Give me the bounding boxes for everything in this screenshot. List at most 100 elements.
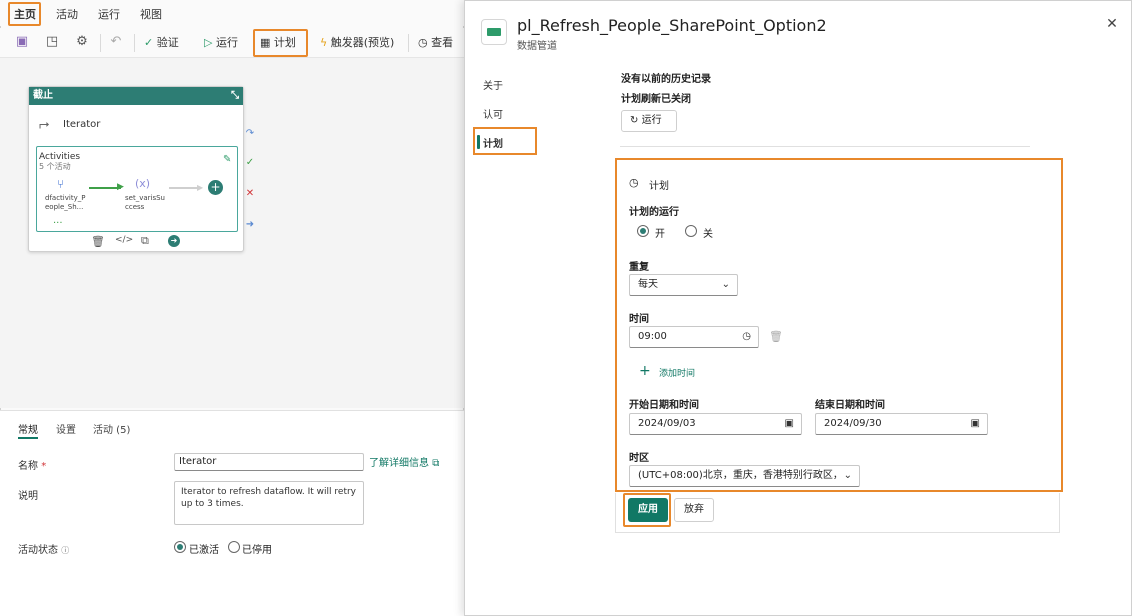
scheduled-run-label: 计划的运行 xyxy=(629,207,679,218)
plus-icon: + xyxy=(639,363,651,379)
name-label: 名称 * xyxy=(18,461,47,472)
info-icon: ⓘ xyxy=(61,546,70,555)
chevron-down-icon: ⌄ xyxy=(843,470,852,481)
add-time-link[interactable]: 添加时间 xyxy=(659,366,695,379)
home-highlight xyxy=(8,2,41,26)
nav-endorsement[interactable]: 认可 xyxy=(483,106,503,121)
external-link-icon: ⧉ xyxy=(432,458,440,469)
time-label: 时间 xyxy=(629,314,649,325)
menu-activity[interactable]: 活动 xyxy=(56,6,78,22)
activities-count: 5 个活动 xyxy=(39,162,71,171)
name-input[interactable]: Iterator xyxy=(174,453,364,471)
menu-run[interactable]: 运行 xyxy=(98,6,120,22)
nav-about[interactable]: 关于 xyxy=(483,77,503,92)
activities-container[interactable]: Activities 5 个活动 ✎ ⑂ dfactivity_P eople_… xyxy=(36,146,238,232)
apply-highlight xyxy=(623,493,671,527)
pending-connector xyxy=(169,187,199,189)
more-dots: ... xyxy=(53,215,63,226)
time-input[interactable]: 09:00 ◷ xyxy=(629,326,759,348)
failure-port-icon[interactable]: ✕ xyxy=(245,189,255,199)
refresh-icon: ↻ xyxy=(630,115,639,126)
end-label: 结束日期和时间 xyxy=(815,400,885,411)
calendar-icon[interactable]: ▣ xyxy=(785,414,794,434)
edit-icon[interactable]: ✎ xyxy=(223,154,231,165)
schedule-on-radio[interactable] xyxy=(637,225,649,237)
calendar-icon[interactable]: ▣ xyxy=(971,414,980,434)
menu-bar: 主页 活动 运行 视图 xyxy=(0,0,464,26)
trigger-button[interactable]: ϟ 触发器(预览) xyxy=(320,32,394,54)
schedule-section: ◷ 计划 计划的运行 开 关 重复 每天 ⌄ 时间 09:00 ◷ 🗑 + 添加时间… xyxy=(615,158,1063,492)
active-tab-indicator xyxy=(18,437,38,439)
run-now-button[interactable]: ↻ 运行 xyxy=(621,110,677,132)
end-date-input[interactable]: 2024/09/30 ▣ xyxy=(815,413,988,435)
repeat-label: 重复 xyxy=(629,262,649,273)
description-textarea[interactable]: Iterator to refresh dataflow. It will re… xyxy=(174,481,364,525)
clock-icon: ◷ xyxy=(629,176,639,189)
clock-icon[interactable]: ◷ xyxy=(742,327,751,347)
dataflow-icon: ⑂ xyxy=(57,177,65,191)
delete-icon[interactable]: 🗑 xyxy=(91,235,105,248)
chevron-down-icon: ⌄ xyxy=(721,279,730,290)
settings-panel: pl_Refresh_People_SharePoint_Option2 数据管… xyxy=(464,0,1132,616)
discard-button[interactable]: 放弃 xyxy=(674,498,714,522)
timezone-select[interactable]: (UTC+08:00)北京，重庆，香港特别行政区， ⌄ xyxy=(629,465,860,487)
node1-label-1: dfactivity_P xyxy=(45,194,86,202)
complete-port-icon[interactable]: ➜ xyxy=(245,220,255,230)
panel-title: pl_Refresh_People_SharePoint_Option2 xyxy=(517,16,827,35)
save-as-icon[interactable]: ◳ xyxy=(44,34,60,50)
learn-more-link[interactable]: 了解详细信息 ⧉ xyxy=(369,454,439,469)
pipeline-icon xyxy=(481,19,507,45)
close-icon[interactable]: ✕ xyxy=(1105,17,1119,31)
nav-active-indicator xyxy=(477,135,480,149)
divider xyxy=(620,146,1030,147)
nav-schedule[interactable]: 计划 xyxy=(483,135,503,150)
status-inactive-radio[interactable] xyxy=(228,541,240,553)
properties-pane: 常规 设置 活动 (5) 名称 * Iterator 了解详细信息 ⧉ 说明 I… xyxy=(0,410,464,616)
check-icon: ✓ xyxy=(144,36,154,49)
variable-icon: (x) xyxy=(135,177,151,190)
code-icon[interactable]: </> xyxy=(115,235,133,245)
start-date-input[interactable]: 2024/09/03 ▣ xyxy=(629,413,802,435)
repeat-select[interactable]: 每天 ⌄ xyxy=(629,274,738,296)
schedule-off-radio[interactable] xyxy=(685,225,697,237)
go-icon[interactable]: ➜ xyxy=(168,235,180,247)
undo-icon[interactable]: ↶ xyxy=(108,34,124,50)
run-button[interactable]: ▷ 运行 xyxy=(204,32,238,54)
arrow-right-icon: ▶ xyxy=(197,183,204,192)
view-runs-button[interactable]: ◷ 查看 xyxy=(418,32,453,54)
tab-activities[interactable]: 活动 (5) xyxy=(93,421,130,436)
status-active-label: 已激活 xyxy=(189,545,219,556)
success-port-icon[interactable]: ✓ xyxy=(245,158,255,168)
copy-icon[interactable]: ⧉ xyxy=(141,234,149,248)
tab-general[interactable]: 常规 xyxy=(18,421,38,436)
no-history-text: 没有以前的历史记录 xyxy=(621,74,711,85)
start-label: 开始日期和时间 xyxy=(629,400,699,411)
collapse-icon[interactable]: ⤡ xyxy=(231,87,239,105)
tab-settings[interactable]: 设置 xyxy=(56,421,76,436)
delete-time-icon[interactable]: 🗑 xyxy=(769,330,783,343)
arrow-right-icon: ▶ xyxy=(117,182,124,192)
save-icon[interactable]: ▣ xyxy=(14,34,30,50)
iterator-card[interactable]: 截止 ⤡ ⮣ Iterator Activities 5 个活动 ✎ ⑂ dfa… xyxy=(28,86,244,252)
validate-button[interactable]: ✓ 验证 xyxy=(144,32,179,54)
add-activity-icon[interactable]: + xyxy=(208,180,223,195)
lightning-icon: ϟ xyxy=(320,36,328,49)
schedule-highlight xyxy=(253,29,308,57)
node2-label-2: ccess xyxy=(125,203,145,211)
refresh-off-text: 计划刷新已关闭 xyxy=(621,94,691,105)
skip-port-icon[interactable]: ↷ xyxy=(245,129,255,139)
iterator-icon: ⮣ xyxy=(39,117,50,132)
status-inactive-label: 已停用 xyxy=(242,545,272,556)
status-label: 活动状态 ⓘ xyxy=(18,545,70,556)
menu-view[interactable]: 视图 xyxy=(140,6,162,22)
panel-subtitle: 数据管道 xyxy=(517,41,557,52)
gear-icon[interactable]: ⚙ xyxy=(74,34,90,50)
history-icon: ◷ xyxy=(418,36,428,49)
iterator-header: 截止 ⤡ xyxy=(29,87,243,105)
node1-label-2: eople_Sh... xyxy=(45,203,84,211)
schedule-header: 计划 xyxy=(649,181,669,192)
description-label: 说明 xyxy=(18,491,38,502)
iterator-name: Iterator xyxy=(63,119,101,130)
toolbar: ▣ ◳ ⚙ ↶ ✓ 验证 ▷ 运行 ▦ 计划 ϟ 触发器(预览) ◷ 查看 xyxy=(0,28,464,58)
status-active-radio[interactable] xyxy=(174,541,186,553)
